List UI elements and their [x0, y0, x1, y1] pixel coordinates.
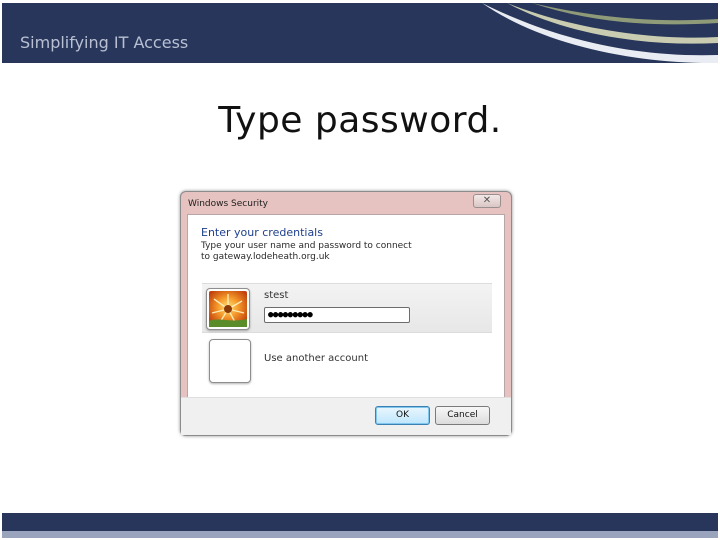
dialog-button-strip: OK Cancel	[181, 397, 511, 435]
use-another-account-tile[interactable]: Use another account	[202, 339, 492, 385]
slide-header: Simplifying IT Access	[2, 3, 718, 63]
credentials-heading: Enter your credentials	[201, 226, 323, 239]
ok-button[interactable]: OK	[375, 406, 430, 425]
password-field[interactable]: ●●●●●●●●●	[264, 307, 410, 323]
close-icon: ✕	[482, 195, 492, 206]
use-another-account-label: Use another account	[264, 353, 368, 364]
blank-user-picture-icon	[209, 339, 251, 383]
dialog-title: Windows Security	[188, 199, 268, 209]
close-button[interactable]: ✕	[473, 194, 501, 208]
slide-header-title: Simplifying IT Access	[20, 33, 189, 52]
slide-footer-bar	[2, 513, 718, 531]
cancel-button[interactable]: Cancel	[435, 406, 490, 425]
slide-footer-line	[2, 531, 718, 538]
flower-user-picture-icon	[206, 288, 250, 330]
dialog-titlebar[interactable]: Windows Security ✕	[181, 192, 511, 214]
slide-title: Type password.	[218, 100, 502, 141]
credentials-description: Type your user name and password to conn…	[201, 241, 412, 262]
credential-tile-selected[interactable]: stest ●●●●●●●●●	[202, 283, 492, 333]
windows-security-dialog: Windows Security ✕ Enter your credential…	[180, 191, 512, 436]
username-label: stest	[264, 290, 289, 301]
